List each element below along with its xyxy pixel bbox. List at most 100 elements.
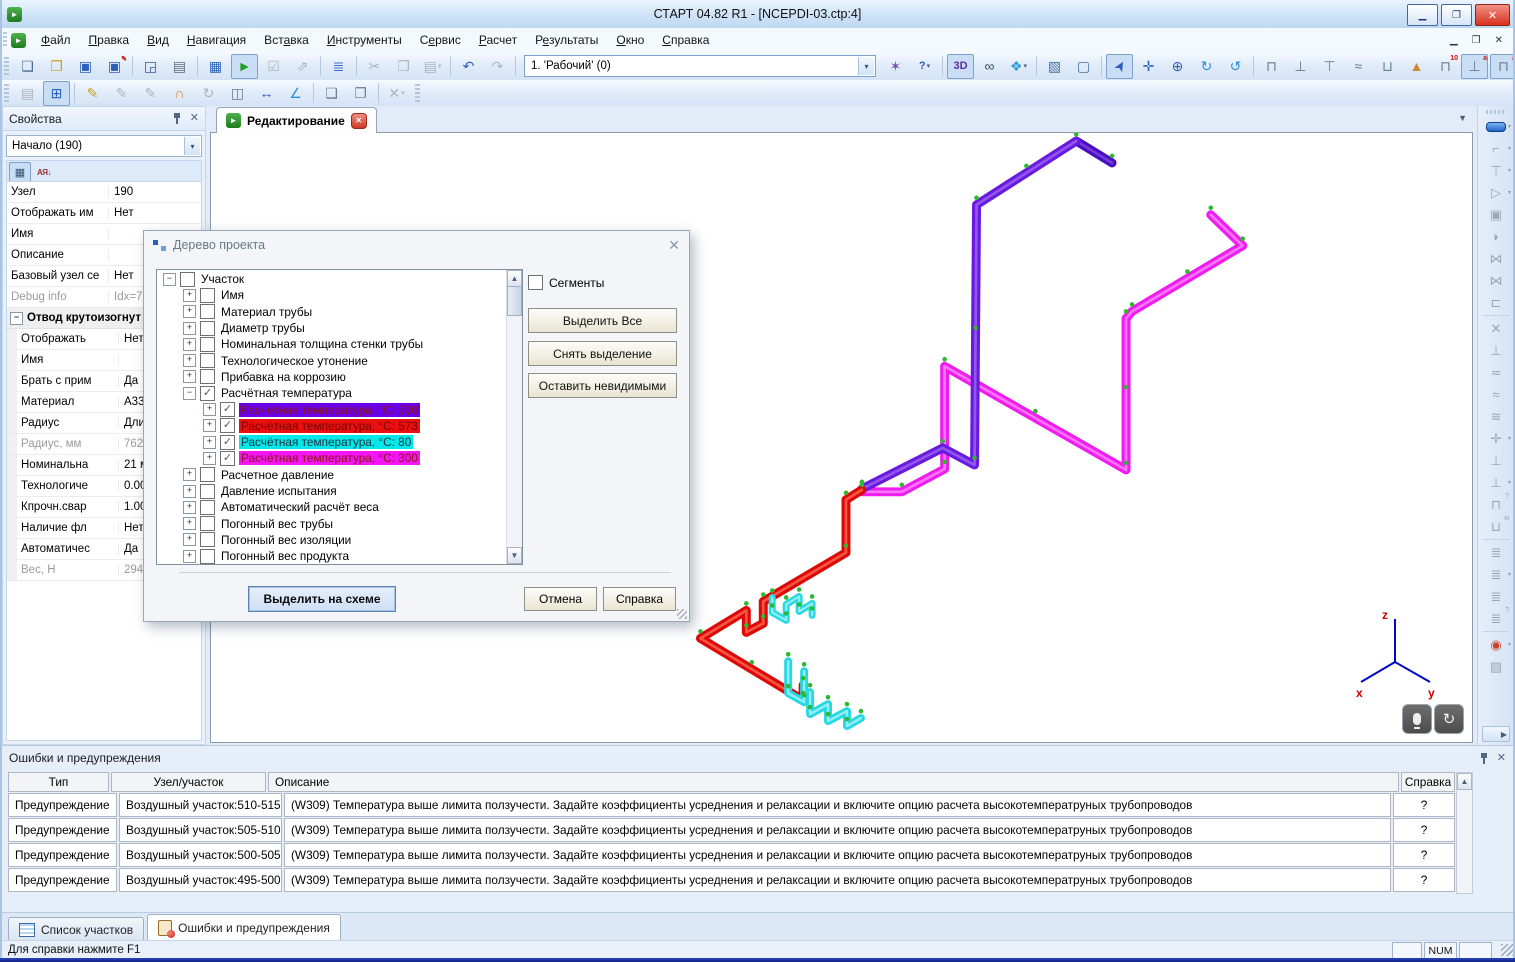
menu-item[interactable]: Инструменты — [318, 30, 411, 50]
scrollbar-thumb[interactable] — [507, 286, 522, 316]
doc-check-button[interactable]: ☑ — [260, 54, 287, 79]
support-t2-button[interactable]: ⊥▾ — [1482, 472, 1510, 493]
tree-item[interactable]: −Участок — [157, 271, 506, 287]
pipe-tool-button[interactable]: ▾ — [1482, 116, 1510, 137]
tree-checkbox[interactable] — [200, 516, 215, 531]
support-t1-button[interactable]: ⊥ — [1482, 450, 1510, 471]
tree-checkbox[interactable] — [180, 272, 195, 287]
mdi-close-button[interactable]: ✕ — [1495, 35, 1503, 46]
segments-checkbox-row[interactable]: Сегменты — [528, 275, 675, 290]
tab-section-list[interactable]: Список участков — [8, 917, 144, 941]
scroll-up-icon[interactable]: ▲ — [507, 270, 522, 287]
tree-checkbox[interactable]: ✓ — [220, 418, 235, 433]
help-button[interactable]: Справка — [603, 587, 676, 611]
tree-checkbox[interactable]: ✓ — [200, 386, 215, 401]
tree-item[interactable]: +Имя — [157, 287, 506, 303]
pipe-temp-500-purple[interactable] — [862, 141, 1076, 489]
expand-icon[interactable]: + — [183, 322, 196, 335]
expand-icon[interactable]: + — [183, 289, 196, 302]
tree-checkbox[interactable] — [200, 288, 215, 303]
menu-item[interactable]: Файл — [32, 30, 80, 50]
gauge-button[interactable]: ◉▾ — [1482, 634, 1510, 655]
tree-checkbox[interactable] — [200, 532, 215, 547]
calculator-button[interactable]: ≣ — [325, 54, 352, 79]
tree-checkbox[interactable] — [200, 369, 215, 384]
restore-button[interactable]: ❐ — [1441, 4, 1472, 26]
sliding-support-button[interactable]: ≂ — [1482, 362, 1510, 383]
zoom-border-button[interactable]: ▢ — [1070, 54, 1097, 79]
tree-item[interactable]: +Номинальная толщина стенки трубы — [157, 336, 506, 352]
rotate-ccw-button[interactable]: ↺ — [1222, 54, 1249, 79]
tree-item[interactable]: +Диаметр трубы — [157, 320, 506, 336]
tree-item[interactable]: +Погонный вес изоляции — [157, 532, 506, 548]
valve-tool-button[interactable]: ⋈ — [1482, 248, 1510, 269]
tree-checkbox[interactable] — [200, 304, 215, 319]
expand-icon[interactable]: + — [203, 436, 216, 449]
tab-errors-warnings[interactable]: Ошибки и предупреждения — [147, 914, 341, 941]
alphabetical-sort-button[interactable]: АЯ↓ — [33, 162, 55, 182]
menu-item[interactable]: Расчет — [470, 30, 526, 50]
tree-item[interactable]: +✓Расчётная температура, °С: 300 — [157, 450, 506, 466]
select-all-button[interactable]: Выделить Все — [528, 308, 677, 333]
tree-item[interactable]: +Погонный вес трубы — [157, 515, 506, 531]
column-header-type[interactable]: Тип — [8, 772, 109, 792]
dialog-resize-grip[interactable] — [677, 609, 687, 619]
mdi-minimize-button[interactable]: ▁ — [1450, 35, 1458, 46]
bellows1-button[interactable]: ≣ — [1482, 542, 1510, 563]
errors-scrollbar[interactable]: ▲ — [1456, 772, 1473, 894]
support-b-button[interactable]: ⊓а — [1490, 54, 1515, 79]
expand-icon[interactable]: + — [183, 305, 196, 318]
zoom-window-button[interactable]: ▧ — [1041, 54, 1068, 79]
close-button[interactable]: ✕ — [1475, 4, 1510, 26]
view-3d-button[interactable]: 3D — [947, 54, 974, 79]
expand-icon[interactable]: + — [203, 452, 216, 465]
table-row[interactable]: ПредупреждениеВоздушный участок:500-505(… — [8, 843, 1455, 867]
support-insert-button[interactable]: ⊓ — [1258, 54, 1285, 79]
tree-checkbox[interactable]: ✓ — [220, 451, 235, 466]
tree-checkbox[interactable] — [200, 484, 215, 499]
support-sliding-button[interactable]: ⊥ — [1287, 54, 1314, 79]
select-cursor-button[interactable]: ➤ — [1106, 54, 1133, 79]
menu-item[interactable]: Навигация — [178, 30, 255, 50]
doc-export-button[interactable]: ⇗ — [289, 54, 316, 79]
measure-button[interactable]: ↔ — [253, 81, 280, 106]
column-header-help[interactable]: Справка — [1401, 772, 1455, 792]
pipe-temp-300-magenta[interactable] — [862, 215, 1243, 492]
angle-button[interactable]: ∠ — [282, 81, 309, 106]
table-row[interactable]: ПредупреждениеВоздушный участок:495-500(… — [8, 868, 1455, 892]
support-hanger-button[interactable]: ⊔ — [1374, 54, 1401, 79]
expand-icon[interactable]: + — [183, 370, 196, 383]
pin-icon[interactable] — [1479, 752, 1489, 765]
support-m-button[interactable]: ⊔м — [1482, 516, 1510, 537]
spring-hanger-button[interactable]: ≋ — [1482, 406, 1510, 427]
close-icon[interactable]: ✕ — [1497, 753, 1506, 764]
undo-button[interactable]: ↶ — [455, 54, 482, 79]
column-header-description[interactable]: Описание — [268, 772, 1399, 792]
project-tree-button[interactable]: ⊞ — [43, 81, 70, 106]
table-editor-button[interactable]: ▦ — [202, 54, 229, 79]
mirror-button[interactable]: ◫ — [224, 81, 251, 106]
toolbar-grip[interactable] — [4, 84, 9, 102]
toolbar-grip[interactable] — [415, 84, 420, 102]
menu-item[interactable]: Результаты — [526, 30, 607, 50]
element-properties-button[interactable]: ▤ — [14, 81, 41, 106]
select-on-scheme-button[interactable]: Выделить на схеме — [248, 586, 396, 612]
categorized-view-button[interactable]: ▦ — [9, 162, 31, 182]
insert-part-button[interactable]: ▣ — [1482, 204, 1510, 225]
edit-segment-button[interactable]: ✎ — [108, 81, 135, 106]
edit-branch-button[interactable]: ✎ — [137, 81, 164, 106]
error-help-button[interactable]: ? — [1393, 793, 1455, 817]
print-button[interactable]: ▤ — [166, 54, 193, 79]
deselect-button[interactable]: Снять выделение — [528, 341, 677, 366]
collapse-icon[interactable]: − — [163, 273, 176, 286]
delete-element-button[interactable]: ✕▾ — [383, 81, 410, 106]
edit-node-button[interactable]: ✎ — [79, 81, 106, 106]
support-q-button[interactable]: ⊓? — [1482, 494, 1510, 515]
tree-item[interactable]: +Давление испытания — [157, 483, 506, 499]
support-guide-button[interactable]: ⊤ — [1316, 54, 1343, 79]
resize-grip[interactable] — [1501, 944, 1513, 956]
zoom-in-button[interactable]: ⊕ — [1164, 54, 1191, 79]
anchor-support-button[interactable]: ⊥ — [1482, 340, 1510, 361]
bellows2-button[interactable]: ≣▾ — [1482, 564, 1510, 585]
tab-list-chevron-icon[interactable]: ▼ — [1458, 113, 1467, 123]
